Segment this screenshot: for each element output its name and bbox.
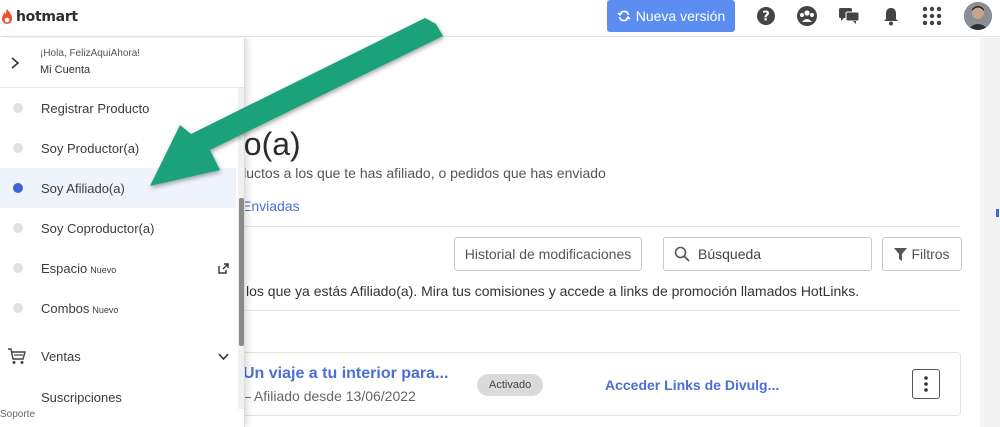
search-icon bbox=[674, 246, 690, 262]
bell-icon bbox=[884, 8, 898, 26]
sidebar-item-suscripciones[interactable]: Suscripciones bbox=[41, 390, 122, 405]
dot-icon bbox=[13, 263, 23, 273]
sidebar-item-soy-productor[interactable]: Soy Productor(a) bbox=[0, 128, 236, 168]
community-icon bbox=[797, 6, 817, 26]
new-badge: Nuevo bbox=[92, 304, 119, 315]
search-input[interactable] bbox=[698, 246, 858, 262]
help-icon: ? bbox=[757, 7, 775, 25]
svg-text:?: ? bbox=[762, 10, 770, 25]
product-title[interactable]: Un viaje a tu interior para... bbox=[243, 365, 448, 383]
sidebar-item-soy-coproductor[interactable]: Soy Coproductor(a) bbox=[0, 208, 236, 248]
flame-logo-icon bbox=[2, 9, 12, 24]
info-text: los que ya estás Afiliado(a). Mira tus c… bbox=[246, 283, 860, 299]
sidebar-item-label: Soy Productor(a) bbox=[41, 140, 140, 156]
hotmart-logo[interactable]: hotmart bbox=[0, 6, 78, 28]
kebab-menu-icon bbox=[924, 376, 928, 392]
new-badge: Nuevo bbox=[90, 264, 117, 275]
chat-icon bbox=[839, 8, 860, 24]
section-divider bbox=[226, 310, 960, 311]
edge-marker-right bbox=[996, 209, 999, 217]
dot-icon bbox=[13, 103, 23, 113]
greeting-text: ¡Hola, FelizAquiAhora! bbox=[40, 48, 141, 59]
chevron-right-icon bbox=[11, 57, 20, 69]
sidebar-item-label: Soy Afiliado(a) bbox=[41, 180, 125, 196]
sidebar-item-espacio[interactable]: Espacio Nuevo bbox=[0, 248, 236, 288]
sidebar-item-label: Combos Nuevo bbox=[41, 301, 118, 316]
user-avatar[interactable] bbox=[964, 2, 992, 30]
sidebar-item-label: Espacio Nuevo bbox=[41, 261, 116, 276]
new-version-label: Nueva versión bbox=[635, 8, 726, 24]
sidebar-item-ventas[interactable]: Ventas bbox=[0, 336, 236, 376]
filters-label: Filtros bbox=[911, 246, 950, 262]
active-dot-icon bbox=[13, 183, 23, 193]
cart-icon bbox=[8, 348, 26, 364]
tabs-divider bbox=[226, 226, 960, 227]
account-section[interactable]: ¡Hola, FelizAquiAhora! Mi Cuenta bbox=[0, 38, 244, 88]
sidebar-item-label: Registrar Producto bbox=[41, 100, 150, 116]
refresh-icon bbox=[617, 10, 631, 22]
tab-enviadas[interactable]: Enviadas bbox=[242, 198, 300, 214]
status-badge: Activado bbox=[477, 374, 544, 396]
filter-icon bbox=[894, 247, 908, 261]
external-link-icon bbox=[218, 262, 229, 274]
dot-icon bbox=[13, 143, 23, 153]
avatar-photo-icon bbox=[964, 2, 992, 30]
sidebar-item-registrar-producto[interactable]: Registrar Producto bbox=[0, 88, 236, 128]
logo-text: hotmart bbox=[16, 9, 78, 25]
history-button[interactable]: Historial de modificaciones bbox=[454, 237, 642, 271]
affiliate-since: – Afiliado desde 13/06/2022 bbox=[243, 388, 416, 404]
sidebar-menu: ¡Hola, FelizAquiAhora! Mi Cuenta Registr… bbox=[0, 38, 245, 427]
access-links-link[interactable]: Acceder Links de Divulg... bbox=[605, 377, 779, 393]
support-link[interactable]: Soporte bbox=[0, 409, 244, 427]
my-account-label: Mi Cuenta bbox=[40, 64, 91, 76]
sidebar-item-combos[interactable]: Combos Nuevo bbox=[0, 288, 236, 328]
item-text: Espacio bbox=[41, 260, 88, 276]
sidebar-item-soy-afiliado[interactable]: Soy Afiliado(a) bbox=[0, 168, 236, 208]
product-card: Un viaje a tu interior para... – Afiliad… bbox=[226, 352, 961, 416]
community-button[interactable] bbox=[796, 5, 818, 27]
more-options-button[interactable] bbox=[912, 369, 940, 399]
item-text: Combos bbox=[41, 300, 90, 316]
sidebar-item-label: Soy Coproductor(a) bbox=[41, 220, 155, 236]
dot-icon bbox=[13, 223, 23, 233]
apps-grid-icon bbox=[922, 6, 942, 26]
chat-button[interactable] bbox=[838, 5, 860, 27]
top-bar: hotmart Nueva versión ? bbox=[0, 0, 1000, 37]
filters-button[interactable]: Filtros bbox=[882, 237, 962, 271]
dot-icon bbox=[13, 303, 23, 313]
chevron-down-icon bbox=[218, 352, 229, 360]
notifications-button[interactable] bbox=[880, 5, 902, 27]
apps-button[interactable] bbox=[921, 5, 943, 27]
sidebar-scrollbar-thumb[interactable] bbox=[239, 198, 244, 346]
new-version-button[interactable]: Nueva versión bbox=[607, 0, 735, 32]
page-subtitle: roductos a los que te has afiliado, o pe… bbox=[226, 165, 606, 181]
help-button[interactable]: ? bbox=[755, 5, 777, 27]
sidebar-item-label: Ventas bbox=[41, 348, 81, 364]
search-box[interactable] bbox=[663, 237, 872, 271]
